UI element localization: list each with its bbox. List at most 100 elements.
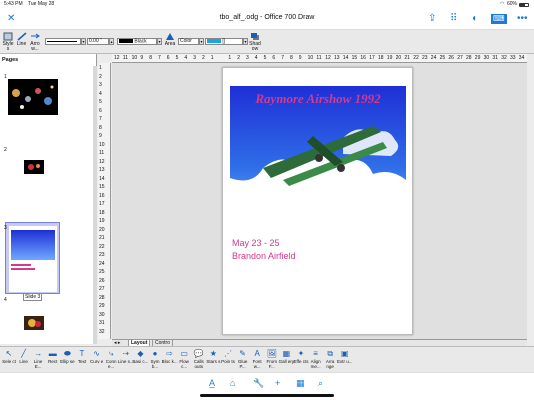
fill-type-dropdown[interactable]: ▾ bbox=[199, 38, 204, 45]
ruler-tick-label: 28 bbox=[466, 55, 472, 61]
page-thumbnail-1[interactable] bbox=[8, 79, 58, 115]
ruler-tick-label: 23 bbox=[422, 55, 428, 61]
poster-location: Brandon Airfield bbox=[232, 251, 296, 261]
stars-tool-button[interactable]: ★ Stars s bbox=[205, 349, 221, 364]
fill-type-select[interactable]: Color bbox=[178, 38, 199, 45]
glue-points-icon: ✎ bbox=[239, 349, 246, 358]
status-time: 5:43 PM bbox=[4, 1, 23, 7]
arrow-style-button[interactable]: Arro w... bbox=[28, 32, 42, 52]
ruler-tick-label: 24 bbox=[430, 55, 437, 61]
line-style-icon bbox=[17, 32, 26, 41]
points-icon: ⋰ bbox=[224, 349, 232, 358]
points-tool-button[interactable]: ⋰ Poin ts bbox=[220, 349, 236, 364]
tools-icon[interactable]: 🔧 bbox=[253, 378, 264, 389]
ruler-tick-label: 13 bbox=[99, 167, 105, 173]
more-icon[interactable]: ••• bbox=[517, 14, 528, 24]
arrange-tool-button[interactable]: ⧉ Arra nge bbox=[322, 349, 338, 369]
glue-points-tool-button[interactable]: ✎ Glue P... bbox=[235, 349, 251, 369]
line-color-select[interactable]: Black bbox=[117, 38, 157, 45]
bottom-bar: A̲ ⌂ 🔧 + ▦ ⌕ bbox=[0, 372, 534, 400]
search-icon[interactable]: ⌕ bbox=[318, 378, 323, 389]
extrusion-tool-button[interactable]: ▣ Extr u... bbox=[337, 349, 353, 364]
keypad-icon[interactable]: ⠿ bbox=[450, 14, 457, 24]
pages-scrollbar[interactable] bbox=[93, 66, 97, 344]
ruler-tick-label: 22 bbox=[413, 55, 419, 61]
line-width-field[interactable]: 0.00 " bbox=[87, 38, 109, 45]
pointer-tool-button[interactable]: ↖ Sele ct bbox=[1, 349, 17, 364]
mouse-icon[interactable]: ◖ bbox=[471, 14, 477, 24]
block-arrows-icon: ⇨ bbox=[166, 349, 173, 358]
line-width-stepper[interactable]: ▴ bbox=[109, 38, 114, 45]
ruler-tick-label: 5 bbox=[263, 55, 267, 61]
poster-headline: Raymore Airshow 1992 bbox=[254, 91, 381, 106]
ruler-tick-label: 17 bbox=[99, 201, 105, 207]
effects-tool-button[interactable]: ✦ Effe cts bbox=[293, 349, 309, 364]
line-style-dropdown[interactable]: ▾ bbox=[81, 38, 86, 45]
page-thumbnail-2[interactable] bbox=[24, 160, 44, 174]
shadow-icon bbox=[251, 33, 259, 40]
fill-color-name: [] bbox=[222, 38, 226, 45]
ruler-tick-label: 9 bbox=[298, 55, 302, 61]
styles-button[interactable]: Style s bbox=[1, 32, 15, 52]
from-file-tool-button[interactable]: 🖼 From F... bbox=[264, 349, 280, 369]
shadow-button[interactable]: Shad ow bbox=[248, 32, 262, 52]
tool-label: Ellip se bbox=[60, 359, 75, 364]
gallery-icon: ▦ bbox=[282, 349, 291, 358]
page-thumbnail-4[interactable] bbox=[24, 316, 44, 330]
fontwork-tool-button[interactable]: A Font w... bbox=[249, 349, 265, 369]
title-bar: ✕ tbo_alf_.odg - Office 700 Draw ⇪ ⠿ ◖ ⌨… bbox=[0, 9, 534, 30]
ruler-tick-label: 32 bbox=[501, 55, 507, 61]
home-icon[interactable]: ⌂ bbox=[230, 378, 235, 388]
area-button[interactable]: Area bbox=[163, 32, 177, 47]
line-label: Line bbox=[16, 41, 27, 47]
ruler-tick-label: 1 bbox=[99, 65, 102, 71]
fill-color-select[interactable]: [] bbox=[205, 38, 243, 45]
line-color-dropdown[interactable]: ▾ bbox=[157, 38, 162, 45]
airshow-poster[interactable]: Raymore Airshow 1992 May 23 - 25 Brandon… bbox=[223, 68, 414, 336]
gallery-tool-button[interactable]: ▦ Gall ery bbox=[278, 349, 295, 364]
tool-label: Line E... bbox=[33, 359, 43, 369]
arrange-icon: ⧉ bbox=[327, 349, 334, 358]
tool-label: Sym b... bbox=[150, 359, 160, 369]
line-button[interactable]: Line bbox=[15, 32, 28, 47]
ruler-tick-label: 31 bbox=[492, 55, 498, 61]
tool-label: Curv e bbox=[89, 359, 104, 364]
ruler-tick-label: 2 bbox=[237, 55, 240, 61]
ruler-tick-label: 7 bbox=[99, 116, 102, 122]
rectangle-tool-button[interactable]: ▬ Rect bbox=[45, 349, 61, 364]
curve-tool-button[interactable]: ∿ Curv e bbox=[89, 349, 105, 364]
line-ends-tool-button[interactable]: → Line E... bbox=[30, 349, 46, 369]
line-style-select[interactable] bbox=[45, 38, 81, 45]
format-text-icon[interactable]: A̲ bbox=[209, 378, 215, 388]
share-icon[interactable]: ⇪ bbox=[428, 14, 436, 24]
ellipse-icon: ⬬ bbox=[63, 349, 71, 358]
lines-arrows-tool-button[interactable]: ⇢ Line s... bbox=[118, 349, 134, 364]
tool-label: Line bbox=[19, 359, 28, 364]
pointer-icon: ↖ bbox=[5, 349, 13, 358]
table-icon[interactable]: ▦ bbox=[296, 378, 305, 389]
block-arrows-tool-button[interactable]: ⇨ Bloc k... bbox=[162, 349, 178, 364]
basic-shapes-tool-button[interactable]: ◆ Basi c... bbox=[132, 349, 148, 364]
ruler-tick-label: 5 bbox=[99, 99, 102, 105]
ellipse-tool-button[interactable]: ⬬ Ellip se bbox=[59, 349, 75, 364]
page-number: 3 bbox=[4, 225, 7, 231]
flowchart-tool-button[interactable]: ▭ Flow c... bbox=[176, 349, 192, 369]
callouts-tool-button[interactable]: 💬 Calls outs bbox=[191, 349, 207, 369]
vertical-ruler: 1 2 3 4 5 6 7 8 9 10 11 12 13 14 15 16 17 18 19 20 21 22 23 24 2… bbox=[98, 63, 111, 339]
keyboard-icon[interactable]: ⌨ bbox=[491, 14, 507, 24]
page-thumbnail-3[interactable] bbox=[5, 222, 60, 294]
connector-tool-button[interactable]: ⤷ Conn e... bbox=[103, 349, 119, 369]
line-tool-button[interactable]: ╱ Line bbox=[16, 349, 32, 364]
ruler-tick-label: 28 bbox=[99, 294, 105, 301]
slide-4-thumbnail-image bbox=[28, 319, 41, 327]
align-tool-button[interactable]: ≡ Align me... bbox=[308, 349, 324, 369]
symbol-shapes-tool-button[interactable]: ● Sym b... bbox=[147, 349, 163, 369]
text-tool-button[interactable]: T Text bbox=[74, 349, 90, 364]
ruler-tick-label: 7 bbox=[281, 55, 284, 61]
ruler-tick-label: 29 bbox=[474, 55, 481, 61]
drawing-page[interactable]: Raymore Airshow 1992 May 23 - 25 Brandon… bbox=[222, 67, 413, 335]
styles-label: Style s bbox=[2, 41, 14, 52]
line-icon: ╱ bbox=[21, 349, 26, 358]
insert-icon[interactable]: + bbox=[275, 378, 280, 388]
ruler-tick-label: 26 bbox=[448, 55, 454, 61]
